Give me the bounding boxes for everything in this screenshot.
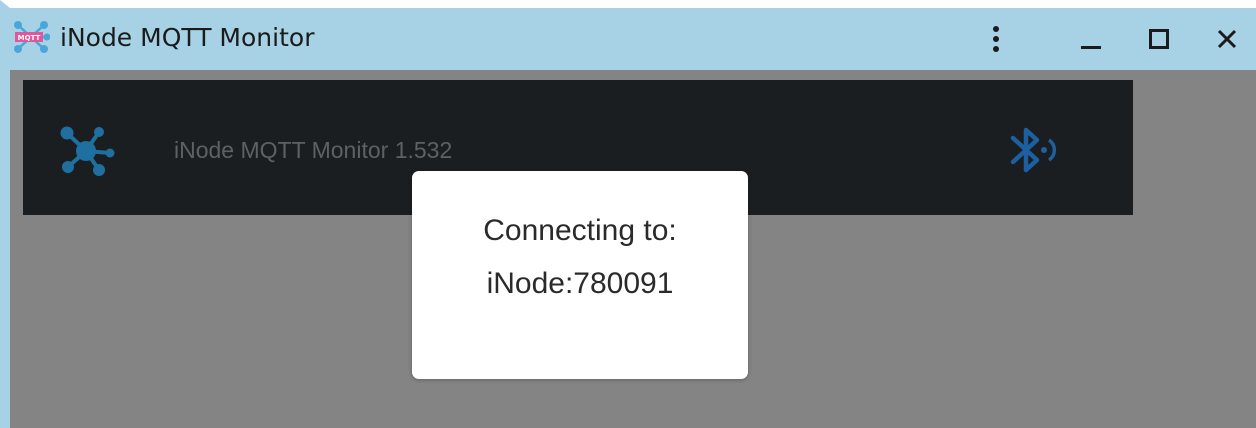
network-hub-icon xyxy=(60,126,115,176)
menu-button[interactable] xyxy=(976,20,1016,58)
minimize-button[interactable] xyxy=(1071,20,1111,58)
bluetooth-searching-icon[interactable] xyxy=(999,120,1063,184)
title-bar[interactable]: MQTT iNode MQTT Monitor xyxy=(10,8,1256,70)
dialog-message: Connecting to: xyxy=(483,214,677,247)
app-mqtt-icon: MQTT xyxy=(14,21,50,53)
dialog-device-name: iNode:780091 xyxy=(486,267,674,300)
app-name-version: iNode MQTT Monitor 1.532 xyxy=(174,137,453,163)
close-button[interactable] xyxy=(1207,20,1247,58)
modal-overlay[interactable]: iNode MQTT Monitor 1.532 Connecting to: … xyxy=(10,70,1256,428)
kebab-menu-icon xyxy=(993,26,999,52)
app-window: MQTT iNode MQTT Monitor iNode MQTT Monit… xyxy=(0,0,1256,428)
connecting-dialog: Connecting to: iNode:780091 xyxy=(412,171,748,379)
minimize-icon xyxy=(1081,46,1101,49)
window-title: iNode MQTT Monitor xyxy=(60,23,315,52)
maximize-button[interactable] xyxy=(1139,20,1179,58)
maximize-icon xyxy=(1149,29,1169,49)
close-icon xyxy=(1217,29,1237,49)
app-icon-label: MQTT xyxy=(18,34,41,42)
